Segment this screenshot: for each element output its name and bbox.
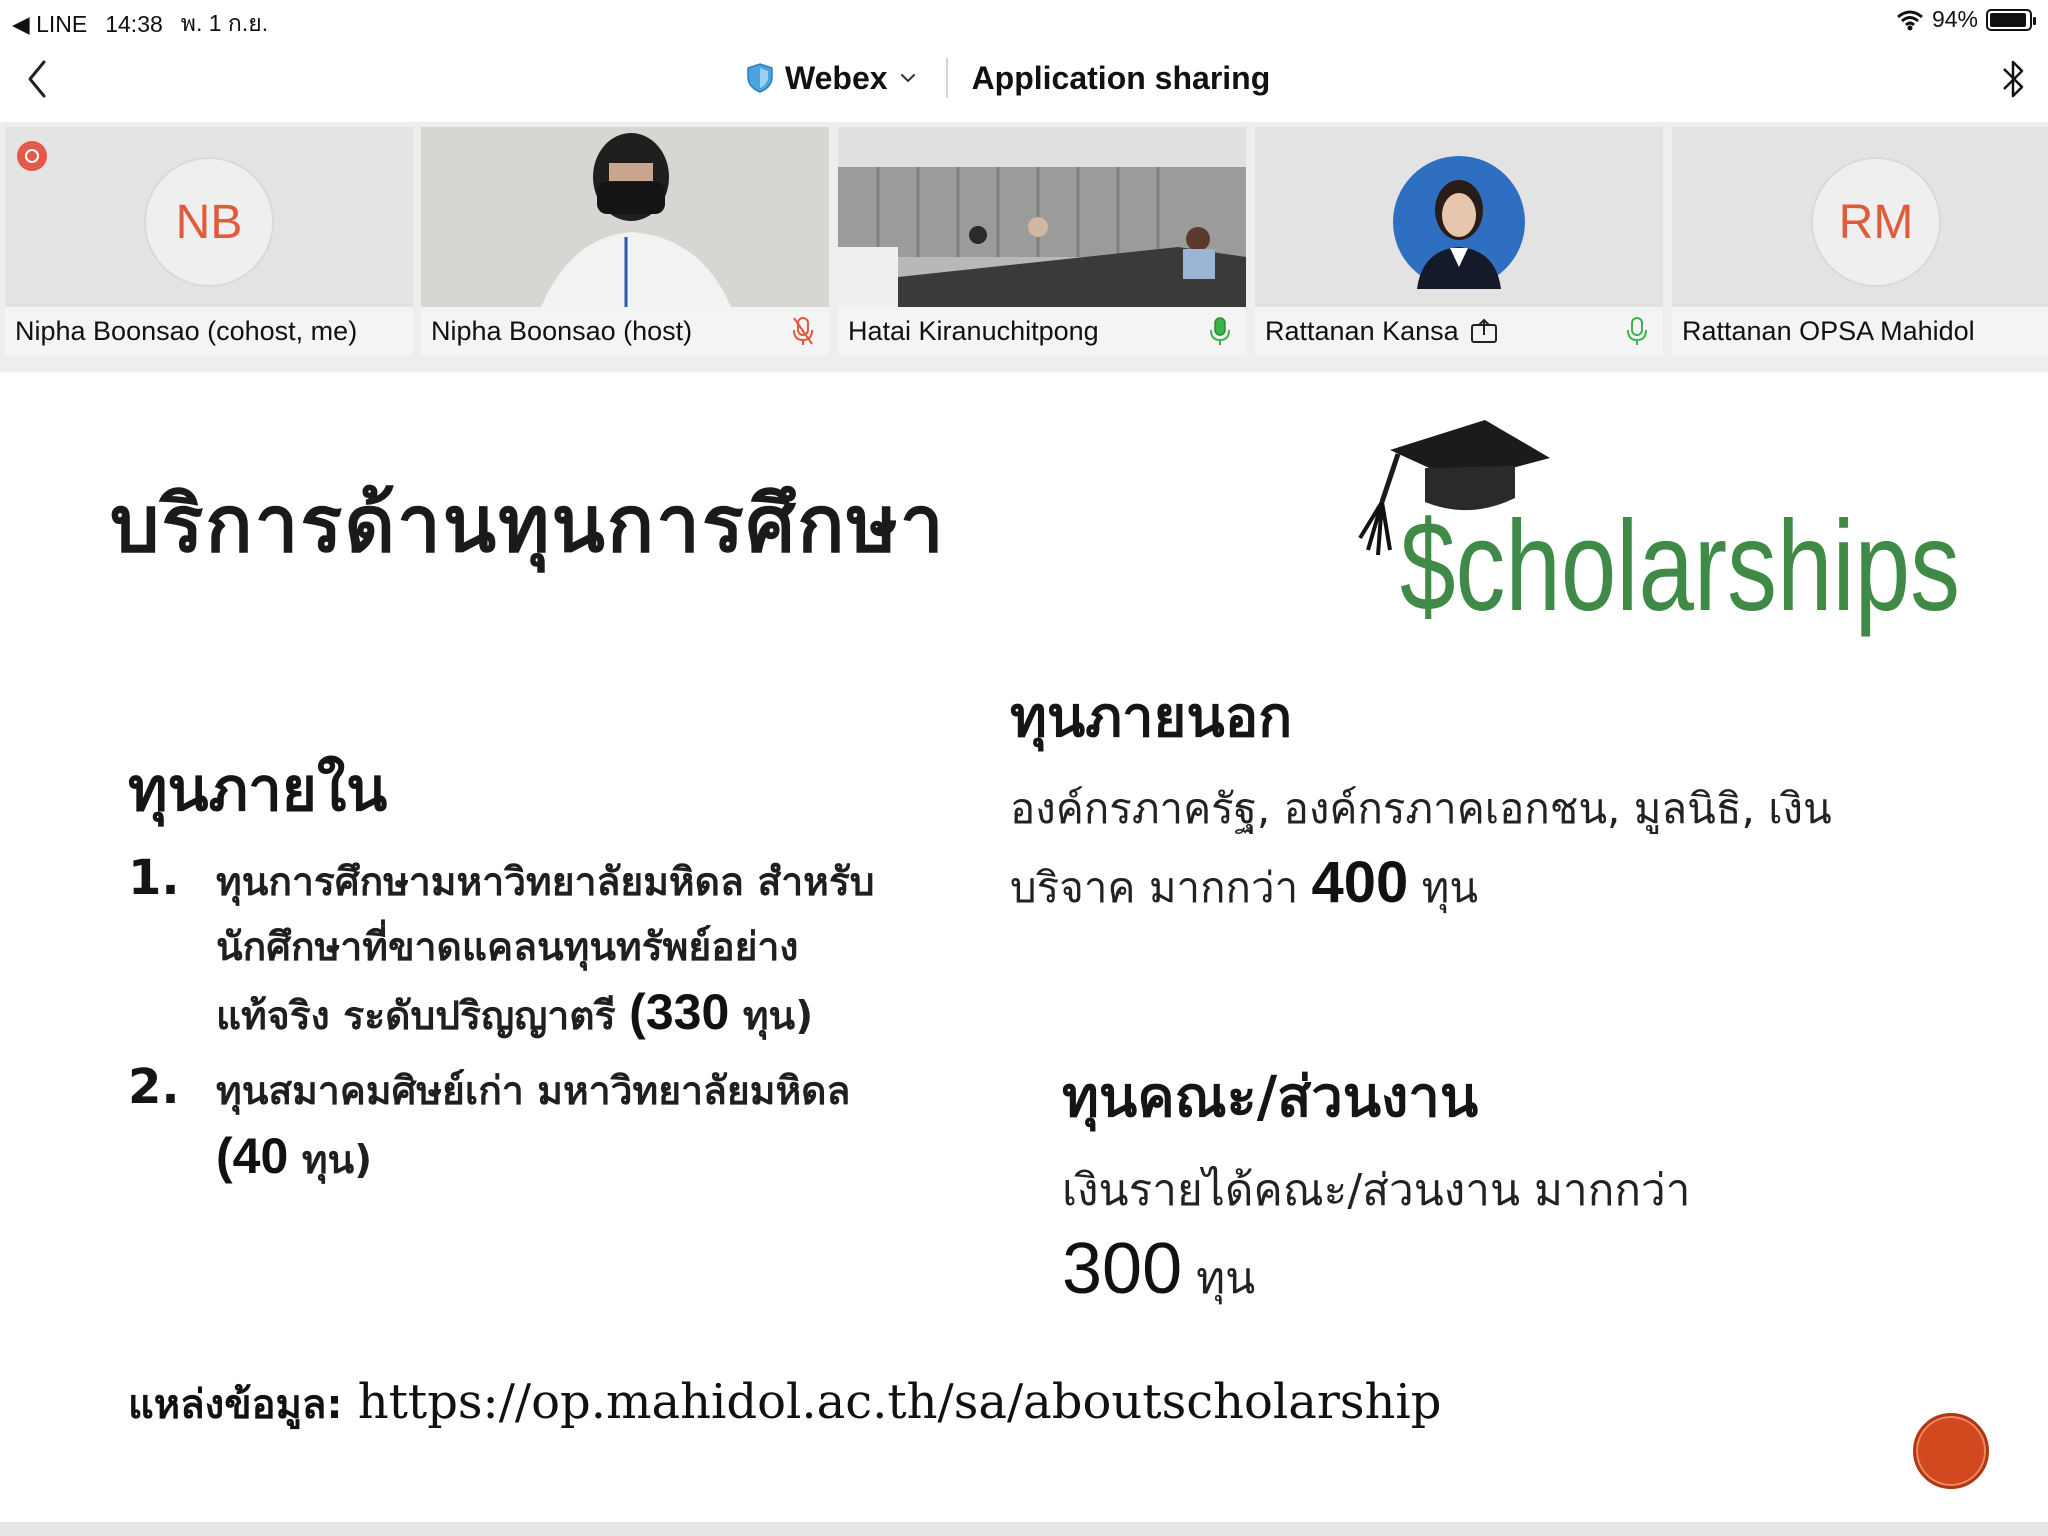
list-number: 1.	[128, 850, 180, 906]
chevron-down-icon[interactable]	[898, 68, 918, 88]
participant-tile[interactable]: RM Rattanan OPSA Mahidol	[1672, 127, 2048, 355]
participant-video	[838, 127, 1246, 307]
participant-strip: NB Nipha Boonsao (cohost, me) Nipha Boon…	[0, 122, 2048, 372]
faculty-description: เงินรายได้คณะ/ส่วนงาน มากกว่า 300 ทุน	[1062, 1152, 1962, 1318]
nav-center: Webex Application sharing	[745, 56, 1270, 100]
nav-divider	[945, 58, 948, 98]
battery-percent: 94%	[1931, 6, 1978, 32]
slide-title: บริการด้านทุนการศึกษา	[110, 480, 946, 570]
participant-tile[interactable]: NB Nipha Boonsao (cohost, me)	[5, 127, 413, 355]
participant-video	[421, 127, 829, 307]
source-label: แหล่งข้อมูล:	[128, 1382, 343, 1428]
participant-name: Hatai Kiranuchitpong	[838, 307, 1246, 355]
participant-name: Rattanan OPSA Mahidol	[1672, 307, 2048, 355]
mic-muted-icon	[793, 317, 813, 345]
mic-active-icon	[1627, 317, 1647, 345]
scholarships-logo: $cholarships	[1358, 420, 1960, 638]
recording-icon	[17, 141, 47, 171]
external-unit: ทุน	[1421, 863, 1479, 912]
item-count: (40	[216, 1128, 289, 1184]
security-shield-icon	[747, 63, 773, 93]
bluetooth-audio-icon[interactable]	[1998, 56, 2028, 102]
slide-footer-bar	[0, 1522, 2048, 1536]
participant-tile[interactable]: Hatai Kiranuchitpong	[838, 127, 1246, 355]
source-url-link[interactable]: https://op.mahidol.ac.th/sa/aboutscholar…	[358, 1374, 1442, 1430]
participant-tile[interactable]: Rattanan Kansa	[1255, 127, 1663, 355]
faculty-text: เงินรายได้คณะ/ส่วนงาน มากกว่า	[1062, 1165, 1691, 1216]
participant-name: Nipha Boonsao (cohost, me)	[5, 307, 413, 355]
faculty-count: 300	[1062, 1229, 1183, 1309]
participant-tile[interactable]: Nipha Boonsao (host)	[421, 127, 829, 355]
status-time: 14:38	[105, 10, 163, 37]
meeting-nav-bar: Webex Application sharing	[0, 38, 2048, 122]
share-icon	[1470, 318, 1497, 343]
avatar	[1393, 156, 1525, 289]
wifi-icon	[1896, 10, 1923, 30]
item-unit: ทุน)	[301, 1138, 373, 1183]
floating-action-button[interactable]	[1913, 1413, 1989, 1489]
list-text: ทุนสมาคมศิษย์เก่า มหาวิทยาลัยมหิดล (40 ท…	[216, 1059, 898, 1193]
avatar: NB	[144, 157, 274, 287]
participant-name: Nipha Boonsao (host)	[421, 307, 829, 355]
internal-heading: ทุนภายใน	[128, 755, 388, 825]
list-item: 2. ทุนสมาคมศิษย์เก่า มหาวิทยาลัยมหิดล (4…	[128, 1059, 898, 1193]
status-date: พ. 1 ก.ย.	[180, 10, 269, 36]
shared-slide: บริการด้านทุนการศึกษา $cholarships ทุนภา…	[0, 372, 2048, 1522]
back-to-app-link[interactable]: ◀ LINE	[12, 11, 87, 38]
mic-active-icon	[1210, 317, 1230, 345]
sharing-title: Application sharing	[971, 59, 1271, 96]
item-description: ทุนสมาคมศิษย์เก่า มหาวิทยาลัยมหิดล	[216, 1069, 851, 1114]
participant-name-text: Rattanan Kansa	[1265, 315, 1459, 346]
back-chevron-icon[interactable]	[18, 54, 58, 104]
faculty-unit: ทุน	[1196, 1253, 1256, 1304]
source-line: แหล่งข้อมูล: https://op.mahidol.ac.th/sa…	[128, 1372, 1441, 1436]
faculty-heading: ทุนคณะ/ส่วนงาน	[1062, 1065, 1479, 1130]
internal-list: 1. ทุนการศึกษามหาวิทยาลัยมหิดล สำหรับนัก…	[128, 850, 898, 1203]
logo-text: $cholarships	[1400, 495, 1960, 638]
battery-icon	[1986, 8, 2036, 31]
external-description: องค์กรภาครัฐ, องค์กรภาคเอกชน, มูลนิธิ, เ…	[1010, 772, 1910, 925]
item-unit: ทุน)	[742, 994, 814, 1039]
list-number: 2.	[128, 1059, 180, 1115]
status-bar: ◀ LINE 14:38 พ. 1 ก.ย. 94%	[0, 0, 2048, 38]
avatar: RM	[1811, 157, 1941, 287]
external-count: 400	[1311, 850, 1409, 915]
list-text: ทุนการศึกษามหาวิทยาลัยมหิดล สำหรับนักศึก…	[216, 850, 898, 1049]
external-heading: ทุนภายนอก	[1010, 685, 1293, 750]
list-item: 1. ทุนการศึกษามหาวิทยาลัยมหิดล สำหรับนัก…	[128, 850, 898, 1049]
participant-name: Rattanan Kansa	[1255, 307, 1663, 355]
webex-menu-button[interactable]: Webex	[785, 60, 888, 97]
item-count: (330	[629, 984, 730, 1040]
